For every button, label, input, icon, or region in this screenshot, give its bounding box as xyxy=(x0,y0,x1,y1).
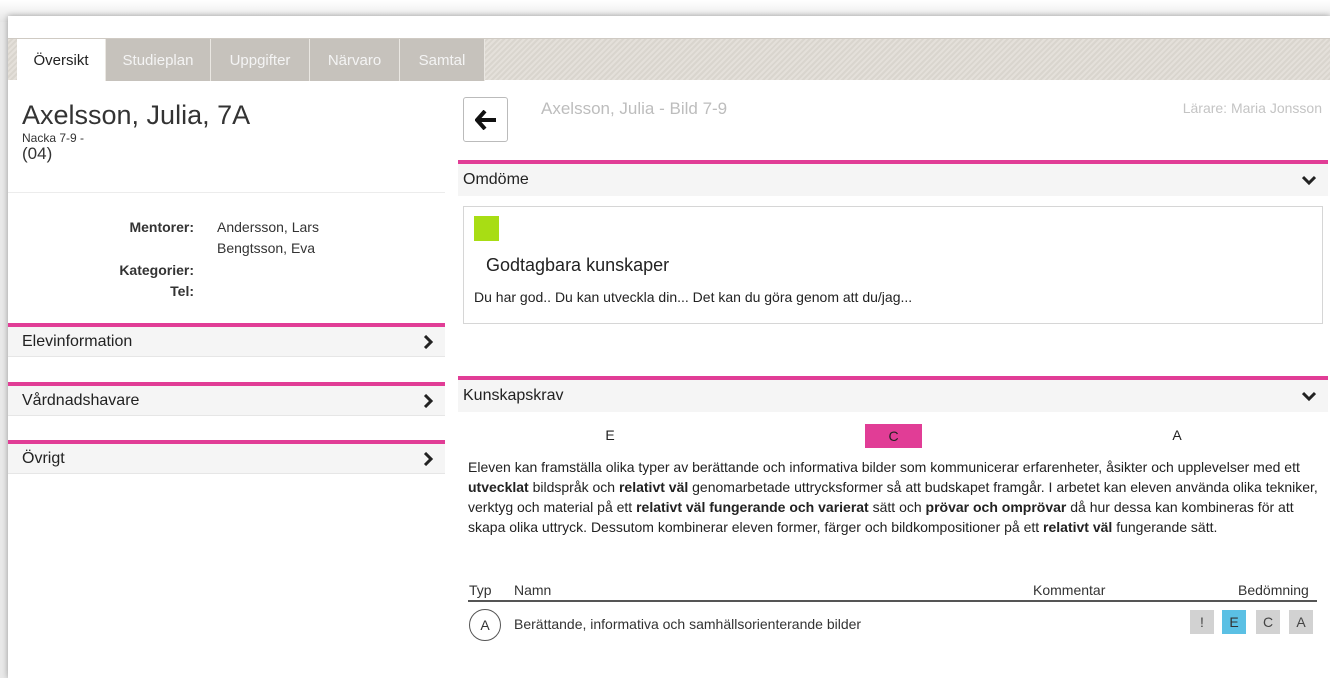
chevron-down-icon xyxy=(1302,175,1316,186)
grade-level-a[interactable]: A xyxy=(1167,427,1187,443)
text-segment: Eleven kan framställa olika typer av ber… xyxy=(468,459,1300,475)
chevron-right-icon xyxy=(423,334,434,349)
emphasis-text: relativt väl xyxy=(618,479,689,495)
mentors-label: Mentorer: xyxy=(129,219,194,235)
section-omdome-header[interactable]: Omdöme xyxy=(458,160,1328,196)
kunskapskrav-text: Eleven kan framställa olika typer av ber… xyxy=(468,457,1323,537)
chevron-right-icon xyxy=(423,393,434,408)
text-segment: bildspråk och xyxy=(528,479,619,495)
grade-button-e[interactable]: E xyxy=(1222,610,1246,634)
emphasis-text: prövar och omprövar xyxy=(925,499,1067,515)
categories-label: Kategorier: xyxy=(119,262,194,278)
panel-ovrigt[interactable]: Övrigt xyxy=(8,440,445,474)
student-school: Nacka 7-9 - xyxy=(22,131,85,145)
table-header-line xyxy=(468,600,1317,602)
divider xyxy=(8,192,445,193)
col-namn: Namn xyxy=(514,582,552,598)
grade-level-e[interactable]: E xyxy=(600,427,620,443)
arrow-left-icon xyxy=(474,109,496,130)
panel-vardnadshavare[interactable]: Vårdnadshavare xyxy=(8,382,445,416)
chevron-down-icon xyxy=(1302,391,1316,402)
mentor-name: Andersson, Lars xyxy=(217,219,319,235)
type-badge: A xyxy=(469,609,501,641)
tab-studieplan[interactable]: Studieplan xyxy=(106,39,211,81)
omdome-box: Godtagbara kunskaper Du har god.. Du kan… xyxy=(463,206,1323,324)
mentor-name: Bengtsson, Eva xyxy=(217,240,316,256)
panel-label: Övrigt xyxy=(22,449,65,467)
tab-uppgifter[interactable]: Uppgifter xyxy=(211,39,310,81)
back-button[interactable] xyxy=(463,97,508,142)
tab-samtal[interactable]: Samtal xyxy=(400,39,485,81)
page-title: Axelsson, Julia - Bild 7-9 xyxy=(541,99,728,118)
panel-label: Vårdnadshavare xyxy=(22,391,140,409)
section-label: Omdöme xyxy=(463,171,529,188)
panel-elevinformation[interactable]: Elevinformation xyxy=(8,323,445,357)
omdome-text: Du har god.. Du kan utveckla din... Det … xyxy=(474,289,913,305)
tab-narvaro[interactable]: Närvaro xyxy=(310,39,400,81)
grade-level-c[interactable]: C xyxy=(865,424,922,448)
student-name: Axelsson, Julia, 7A xyxy=(22,100,251,130)
panel-label: Elevinformation xyxy=(22,332,133,350)
chevron-right-icon xyxy=(423,451,434,466)
student-number: (04) xyxy=(22,144,53,163)
tab-bar: Översikt Studieplan Uppgifter Närvaro Sa… xyxy=(8,38,1330,81)
emphasis-text: relativt väl xyxy=(1043,519,1113,535)
section-kunskapskrav-header[interactable]: Kunskapskrav xyxy=(458,376,1328,412)
grade-button-exclaim[interactable]: ! xyxy=(1190,610,1214,634)
grade-button-a[interactable]: A xyxy=(1289,610,1313,634)
text-segment: fungerande sätt. xyxy=(1112,519,1218,535)
col-bedomning: Bedömning xyxy=(1238,582,1309,598)
table-row-name: Berättande, informativa och samhällsorie… xyxy=(514,616,862,632)
section-label: Kunskapskrav xyxy=(463,387,564,404)
col-typ: Typ xyxy=(469,582,492,598)
emphasis-text: relativt väl fungerande och varierat xyxy=(636,499,869,515)
tab-oversikt[interactable]: Översikt xyxy=(17,39,106,81)
text-segment: sätt och xyxy=(868,499,926,515)
col-kommentar: Kommentar xyxy=(1033,582,1106,598)
grade-button-c[interactable]: C xyxy=(1256,610,1280,634)
teacher-label: Lärare: Maria Jonsson xyxy=(1182,100,1322,116)
tel-label: Tel: xyxy=(170,283,194,299)
omdome-color-indicator xyxy=(474,216,499,241)
omdome-title: Godtagbara kunskaper xyxy=(486,255,670,275)
emphasis-text: utvecklat xyxy=(468,479,529,495)
